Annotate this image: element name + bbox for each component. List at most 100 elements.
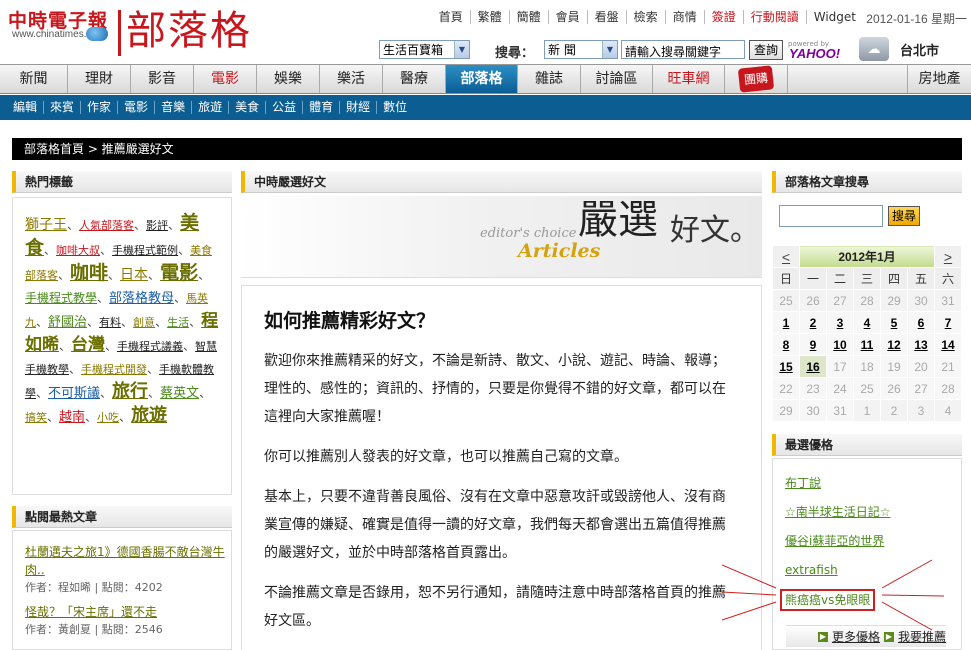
more-best-link[interactable]: 更多優格 [832,628,880,645]
top-link-business[interactable]: 商情 [664,10,704,24]
hot-tag-link[interactable]: 手機程式教學 [25,291,97,305]
nav-news[interactable]: 新聞 [0,65,68,93]
blog-logo-title[interactable]: 部落格 [126,6,252,56]
nav-lohas[interactable]: 樂活 [320,65,383,93]
hot-tag-link[interactable]: 咖啡 [70,262,108,284]
hot-tag-link[interactable]: 日本 [120,267,148,283]
calendar-day[interactable]: 15 [772,355,800,378]
calendar-day[interactable]: 4 [853,311,881,334]
top-link-traditional[interactable]: 繁體 [469,10,509,24]
calendar-day[interactable]: 7 [934,311,962,334]
best-blog-link[interactable]: 優谷i蘇菲亞的世界 [785,531,961,560]
subnav-editor[interactable]: 編輯 [7,101,43,114]
hot-tag-link[interactable]: 人氣部落客 [79,219,134,232]
hot-tag-link[interactable]: 電影 [160,262,198,284]
calendar-day[interactable]: 13 [907,333,935,356]
calendar-day[interactable]: 2 [799,311,827,334]
hot-tag-link[interactable]: 獅子王 [25,217,67,233]
calendar-prev-button[interactable]: < [772,245,800,268]
calendar-day[interactable]: 5 [880,311,908,334]
hot-tag-link[interactable]: 生活 [167,316,189,329]
subnav-finance[interactable]: 財經 [339,101,376,114]
hot-tag-link[interactable]: 蔡英文 [160,386,199,401]
top-link-market[interactable]: 看盤 [586,10,626,24]
tag-separator: 、 [178,243,191,257]
calendar-day[interactable]: 3 [826,311,854,334]
nav-finance[interactable]: 理財 [68,65,131,93]
top-link-mobile[interactable]: 行動閱讀 [742,10,806,24]
tag-separator: 、 [100,243,113,257]
best-blog-link[interactable]: ☆南半球生活日記☆ [785,502,961,531]
hot-tag-link[interactable]: 創意 [133,316,155,329]
weather-city[interactable]: 台北市 [900,40,939,59]
subnav-sports[interactable]: 體育 [302,101,339,114]
hot-tag-link[interactable]: 不可斯議 [48,386,100,401]
calendar-next-button[interactable]: > [934,245,962,268]
subnav-digital[interactable]: 數位 [376,101,413,114]
nav-cars[interactable]: 旺車網 [653,65,725,93]
best-blog-link-highlighted[interactable]: 熊癌癌vs免眼眼 [780,589,876,611]
nav-magazine[interactable]: 雜誌 [518,65,581,93]
subnav-food[interactable]: 美食 [228,101,265,114]
subnav-charity[interactable]: 公益 [265,101,302,114]
hot-tag-link[interactable]: 手機程式範例 [112,244,178,257]
calendar-day[interactable]: 1 [772,311,800,334]
subnav-guest[interactable]: 來賓 [43,101,80,114]
nav-entertainment[interactable]: 娛樂 [257,65,320,93]
nav-real-estate[interactable]: 房地產 [907,65,971,93]
top-link-widget[interactable]: Widget [805,10,863,24]
search-input[interactable]: 請輸入搜尋關鍵字 [621,40,745,59]
nav-video[interactable]: 影音 [131,65,194,93]
calendar-day[interactable]: 10 [826,333,854,356]
calendar-day[interactable]: 8 [772,333,800,356]
top-link-member[interactable]: 會員 [547,10,587,24]
subnav-writer[interactable]: 作家 [80,101,117,114]
subnav-travel[interactable]: 旅遊 [191,101,228,114]
query-button[interactable]: 查詢 [749,40,783,60]
top-link-search[interactable]: 檢索 [625,10,665,24]
subnav-music[interactable]: 音樂 [154,101,191,114]
hot-tag-link[interactable]: 手機程式開發 [81,363,147,376]
hot-tag-link[interactable]: 旅遊 [131,405,167,426]
hot-tag-link[interactable]: 台灣 [71,335,105,355]
category-select[interactable]: 生活百寶箱 ▼ [379,40,470,59]
weather-cloud-icon[interactable]: ☁ [859,37,889,61]
calendar-day[interactable]: 11 [853,333,881,356]
hot-tag-link[interactable]: 舒國治 [48,315,87,330]
yahoo-logo[interactable]: YAHOO! [789,46,840,61]
group-buy-badge[interactable]: 團購 [725,65,788,93]
nav-medical[interactable]: 醫療 [383,65,446,93]
best-blog-link[interactable]: 布丁說 [785,473,961,502]
subnav-movie[interactable]: 電影 [117,101,154,114]
hot-tag-link[interactable]: 手機程式議義 [117,340,183,353]
article-paragraph: 不論推薦文章是否錄用，恕不另行通知，請隨時注意中時部落格首頁的推薦好文區。 [264,585,726,629]
hot-tag-link[interactable]: 搞笑 [25,411,47,424]
nav-movie[interactable]: 電影 [194,65,257,93]
top-link-home[interactable]: 首頁 [432,10,470,24]
article-link[interactable]: 杜蘭邁夫之旅1》德國香腸不敵台灣牛肉.. [25,543,231,579]
top-link-visa[interactable]: 簽證 [703,10,743,24]
nav-forum[interactable]: 討論區 [581,65,653,93]
hot-tag-link[interactable]: 影評 [146,219,168,232]
calendar-day-today[interactable]: 16 [799,355,827,378]
breadcrumb[interactable]: 部落格首頁 > 推薦嚴選好文 [12,138,962,160]
hot-tag-link[interactable]: 部落格教母 [109,291,174,306]
nav-blog[interactable]: 部落格 [446,65,518,93]
blog-search-button[interactable]: 搜尋 [888,206,920,226]
calendar-day: 29 [772,399,800,422]
blog-search-input[interactable] [779,205,883,227]
recommend-link[interactable]: 我要推薦 [898,628,946,645]
hot-tag-link[interactable]: 有料 [99,316,121,329]
top-link-simplified[interactable]: 簡體 [508,10,548,24]
hot-tag-link[interactable]: 旅行 [112,381,148,402]
calendar-day[interactable]: 12 [880,333,908,356]
hot-tag-link[interactable]: 咖啡大叔 [56,244,100,257]
search-scope-select[interactable]: 新 聞 ▼ [544,40,618,59]
calendar-day[interactable]: 9 [799,333,827,356]
hot-tag-link[interactable]: 越南 [59,410,85,425]
best-blog-link[interactable]: extrafish [785,560,961,589]
article-link[interactable]: 怪哉？「宋主席」還不走 [25,603,231,621]
calendar-day[interactable]: 14 [934,333,962,356]
calendar-day[interactable]: 6 [907,311,935,334]
hot-tag-link[interactable]: 小吃 [97,411,119,424]
